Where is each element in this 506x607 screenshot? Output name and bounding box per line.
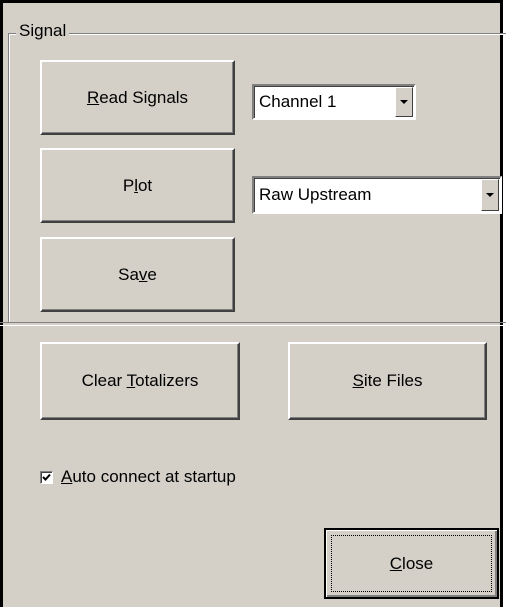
close-button[interactable]: Close bbox=[324, 528, 499, 599]
site-files-button[interactable]: Site Files bbox=[288, 342, 487, 420]
close-label: Close bbox=[389, 553, 434, 573]
signal-group-title: Signal bbox=[16, 21, 70, 41]
channel-select-value: Channel 1 bbox=[259, 92, 337, 111]
read-signals-label: Read Signals bbox=[86, 87, 189, 107]
channel-dropdown-button[interactable] bbox=[395, 87, 413, 117]
signal-type-dropdown-button[interactable] bbox=[481, 179, 499, 211]
auto-connect-checkbox[interactable] bbox=[40, 470, 53, 484]
auto-connect-option[interactable]: Auto connect at startup bbox=[40, 467, 236, 487]
signal-type-select[interactable]: Raw Upstream bbox=[252, 176, 502, 214]
plot-button[interactable]: Plot bbox=[40, 148, 235, 223]
chevron-down-icon bbox=[400, 100, 408, 104]
save-button[interactable]: Save bbox=[40, 237, 235, 312]
plot-label: Plot bbox=[122, 175, 153, 195]
channel-select[interactable]: Channel 1 bbox=[252, 84, 416, 120]
checkmark-icon bbox=[42, 473, 51, 481]
auto-connect-label: Auto connect at startup bbox=[61, 467, 236, 486]
site-files-label: Site Files bbox=[352, 371, 423, 390]
read-signals-button[interactable]: Read Signals bbox=[40, 60, 235, 135]
chevron-down-icon bbox=[486, 193, 494, 197]
signal-type-select-value: Raw Upstream bbox=[259, 185, 372, 204]
clear-totalizers-button[interactable]: Clear Totalizers bbox=[40, 342, 240, 420]
clear-totalizers-label: Clear Totalizers bbox=[81, 371, 199, 390]
save-label: Save bbox=[118, 264, 157, 284]
groupbox-divider bbox=[0, 322, 506, 326]
